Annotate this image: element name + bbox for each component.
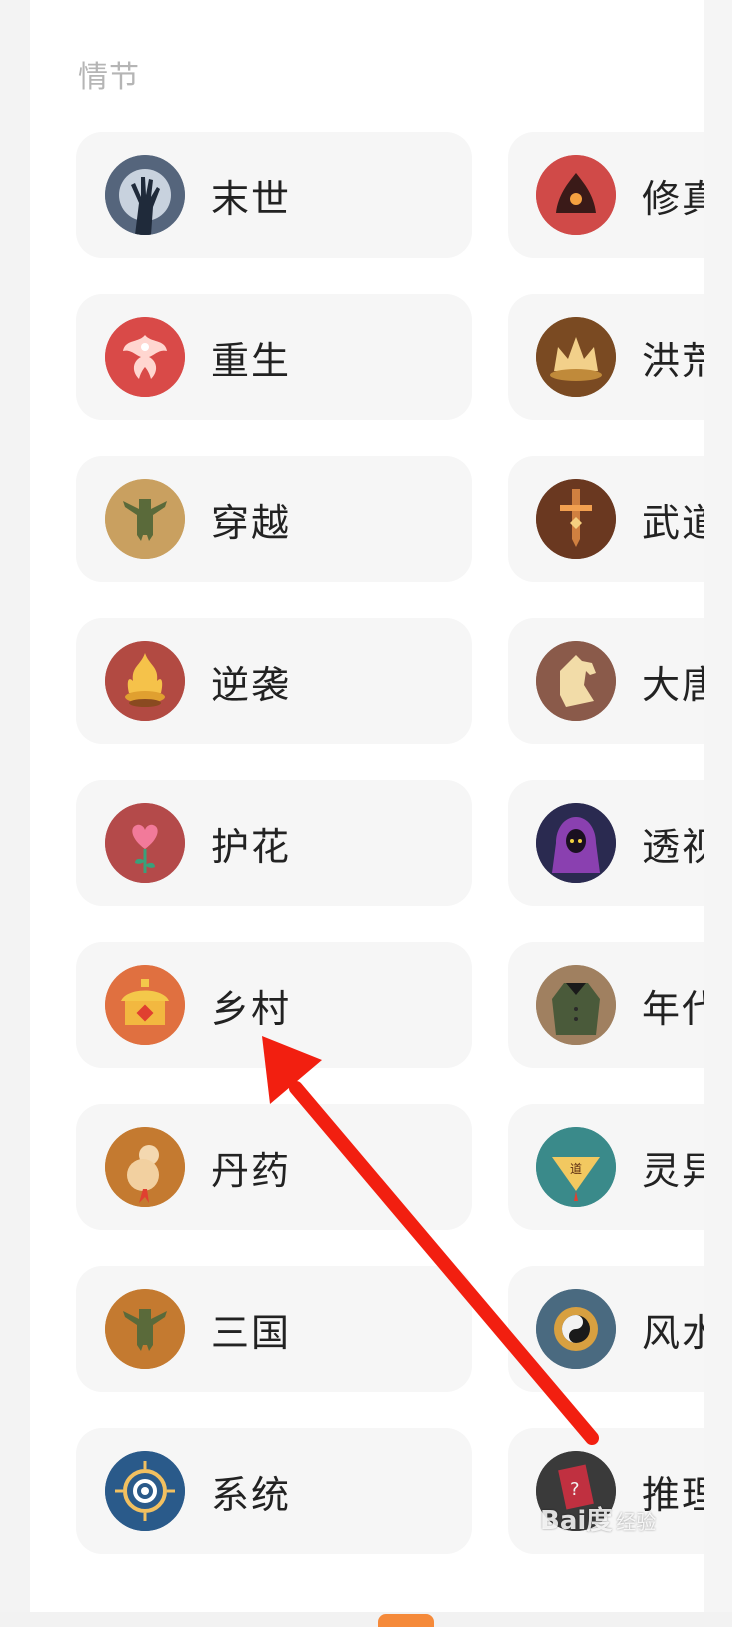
- tag-card-灵异[interactable]: 道 灵异: [508, 1104, 704, 1230]
- tag-label: 透视: [642, 824, 704, 869]
- tag-label: 末世: [211, 176, 292, 221]
- tag-label: 修真: [642, 176, 704, 221]
- tag-card-系统[interactable]: 系统: [76, 1428, 472, 1554]
- right-edge-strip: [704, 0, 732, 1627]
- tag-label: 武道: [642, 500, 704, 545]
- horse-icon: [536, 641, 616, 721]
- tag-card-末世[interactable]: 末世: [76, 132, 472, 258]
- yurt-icon: [105, 965, 185, 1045]
- system-ring-icon: [105, 1451, 185, 1531]
- watermark: Bai度 经验: [540, 1500, 656, 1537]
- tag-label: 穿越: [211, 500, 292, 545]
- hooded-figure-icon: [536, 803, 616, 883]
- yin-yang-icon: [536, 1289, 616, 1369]
- tag-card-修真[interactable]: 修真: [508, 132, 704, 258]
- bronze-figure-icon: [105, 479, 185, 559]
- heart-flower-icon: [105, 803, 185, 883]
- tag-card-武道[interactable]: 武道: [508, 456, 704, 582]
- gourd-icon: [105, 1127, 185, 1207]
- svg-text:道: 道: [570, 1162, 582, 1176]
- talisman-icon: 道: [536, 1127, 616, 1207]
- tag-label: 乡村: [211, 986, 292, 1031]
- tag-label: 逆袭: [211, 662, 292, 707]
- bottom-nav-bar: [0, 1612, 732, 1627]
- tag-label: 丹药: [211, 1148, 292, 1193]
- tag-card-风水[interactable]: 风水: [508, 1266, 704, 1392]
- tag-label: 护花: [211, 824, 292, 869]
- tag-label: 年代: [642, 986, 704, 1031]
- phoenix-icon: [105, 317, 185, 397]
- tag-card-逆袭[interactable]: 逆袭: [76, 618, 472, 744]
- tag-card-护花[interactable]: 护花: [76, 780, 472, 906]
- watermark-text: Bai度: [540, 1506, 613, 1536]
- tag-card-大唐[interactable]: 大唐: [508, 618, 704, 744]
- tag-label: 风水: [642, 1310, 704, 1355]
- tag-label: 大唐: [642, 662, 704, 707]
- bronze-figure-icon: [105, 1289, 185, 1369]
- tag-card-年代[interactable]: 年代: [508, 942, 704, 1068]
- tag-card-丹药[interactable]: 丹药: [76, 1104, 472, 1230]
- tag-label: 洪荒: [642, 338, 704, 383]
- tag-card-三国[interactable]: 三国: [76, 1266, 472, 1392]
- tag-card-洪荒[interactable]: 洪荒: [508, 294, 704, 420]
- sword-icon: [536, 479, 616, 559]
- meditation-icon: [536, 155, 616, 235]
- tag-label: 重生: [211, 338, 292, 383]
- tag-label: 系统: [211, 1472, 292, 1517]
- crown-icon: [536, 317, 616, 397]
- svg-text:?: ?: [570, 1479, 580, 1500]
- tag-card-透视[interactable]: 透视: [508, 780, 704, 906]
- tag-card-重生[interactable]: 重生: [76, 294, 472, 420]
- tag-card-穿越[interactable]: 穿越: [76, 456, 472, 582]
- bottom-active-tab[interactable]: [378, 1614, 434, 1627]
- tag-label: 三国: [211, 1310, 292, 1355]
- coat-icon: [536, 965, 616, 1045]
- tag-label: 灵异: [642, 1148, 704, 1193]
- tag-card-乡村[interactable]: 乡村: [76, 942, 472, 1068]
- tag-grid: 末世 重生 穿越 逆袭 护花 乡村 丹药 三国 系统 修真 洪荒 武道 大唐 透…: [0, 0, 704, 1627]
- zombie-hand-icon: [105, 155, 185, 235]
- flame-icon: [105, 641, 185, 721]
- watermark-sub: 经验: [616, 1510, 657, 1534]
